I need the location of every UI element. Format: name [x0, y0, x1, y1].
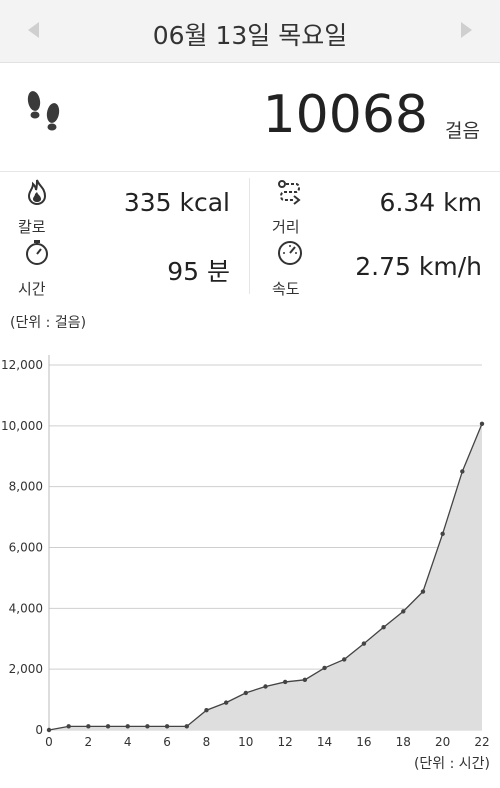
y-tick-label: 2,000	[9, 662, 43, 676]
y-tick-label: 12,000	[1, 358, 43, 372]
calories-label: 칼로	[18, 218, 46, 236]
data-point	[401, 609, 406, 614]
data-point	[420, 589, 426, 594]
data-point	[322, 665, 327, 671]
distance-label: 거리	[272, 218, 300, 236]
calories-value: 335 kcal	[123, 188, 230, 217]
data-point	[105, 724, 111, 729]
area-fill	[49, 423, 482, 730]
data-point	[361, 641, 367, 646]
data-point	[263, 684, 268, 689]
y-tick-label: 8,000	[9, 480, 43, 494]
data-point	[440, 531, 445, 537]
chart-x-unit: (단위 : 시간)	[413, 756, 490, 772]
footprints-icon	[27, 91, 60, 131]
x-tick-label: 2	[85, 735, 93, 749]
x-tick-label: 12	[278, 735, 293, 749]
x-tick-label: 0	[45, 735, 53, 749]
data-point	[223, 700, 229, 705]
data-point	[86, 724, 91, 729]
data-point	[184, 724, 189, 729]
data-point	[66, 724, 71, 729]
chart-y-unit: (단위 : 걸음)	[10, 315, 87, 331]
step-unit: 걸음	[445, 120, 480, 142]
data-point	[342, 657, 347, 662]
time-label: 시간	[18, 280, 46, 298]
stopwatch-icon	[26, 240, 48, 265]
x-tick-label: 14	[317, 735, 332, 749]
date-title: 06월 13일 목요일	[152, 21, 348, 50]
speed-value: 2.75 km/h	[355, 252, 482, 281]
data-point	[243, 690, 249, 696]
time-value: 95 분	[167, 257, 230, 286]
steps-chart: 0 2,000 4,000 6,000 8,000 10,000 12,000 0 2 4 6 8 10…	[1, 355, 490, 749]
speed-label: 속도	[272, 280, 300, 298]
speedometer-icon	[278, 241, 302, 265]
data-point	[46, 727, 52, 733]
x-tick-label: 22	[474, 735, 489, 749]
distance-value: 6.34 km	[379, 188, 482, 217]
date-header: 06월 13일 목요일	[0, 0, 500, 63]
x-tick-label: 4	[124, 735, 132, 749]
data-point	[164, 724, 170, 729]
x-tick-label: 16	[356, 735, 371, 749]
x-tick-label: 8	[203, 735, 211, 749]
data-point	[145, 724, 150, 729]
y-tick-label: 10,000	[1, 419, 43, 433]
data-point	[302, 677, 308, 683]
step-count: 10068	[262, 85, 428, 145]
data-point	[282, 679, 288, 685]
next-day-icon[interactable]	[461, 22, 472, 38]
flame-icon	[27, 179, 47, 206]
stats-divider	[249, 178, 250, 294]
data-point	[479, 421, 485, 426]
stats-grid: 칼로 335 kcal 시간 95 분 거리 6.34 km 속도 2.75 k…	[0, 172, 500, 298]
x-tick-label: 18	[396, 735, 411, 749]
x-tick-label: 10	[238, 735, 253, 749]
steps-summary: 10068 걸음	[0, 63, 500, 172]
data-point	[125, 724, 130, 729]
y-tick-label: 4,000	[9, 601, 43, 615]
y-tick-label: 6,000	[9, 541, 43, 555]
data-point	[460, 469, 465, 474]
route-icon	[278, 180, 301, 205]
x-tick-label: 6	[163, 735, 171, 749]
x-tick-label: 20	[435, 735, 450, 749]
data-point	[381, 624, 386, 630]
data-point	[204, 708, 209, 713]
y-tick-label: 0	[35, 723, 43, 737]
